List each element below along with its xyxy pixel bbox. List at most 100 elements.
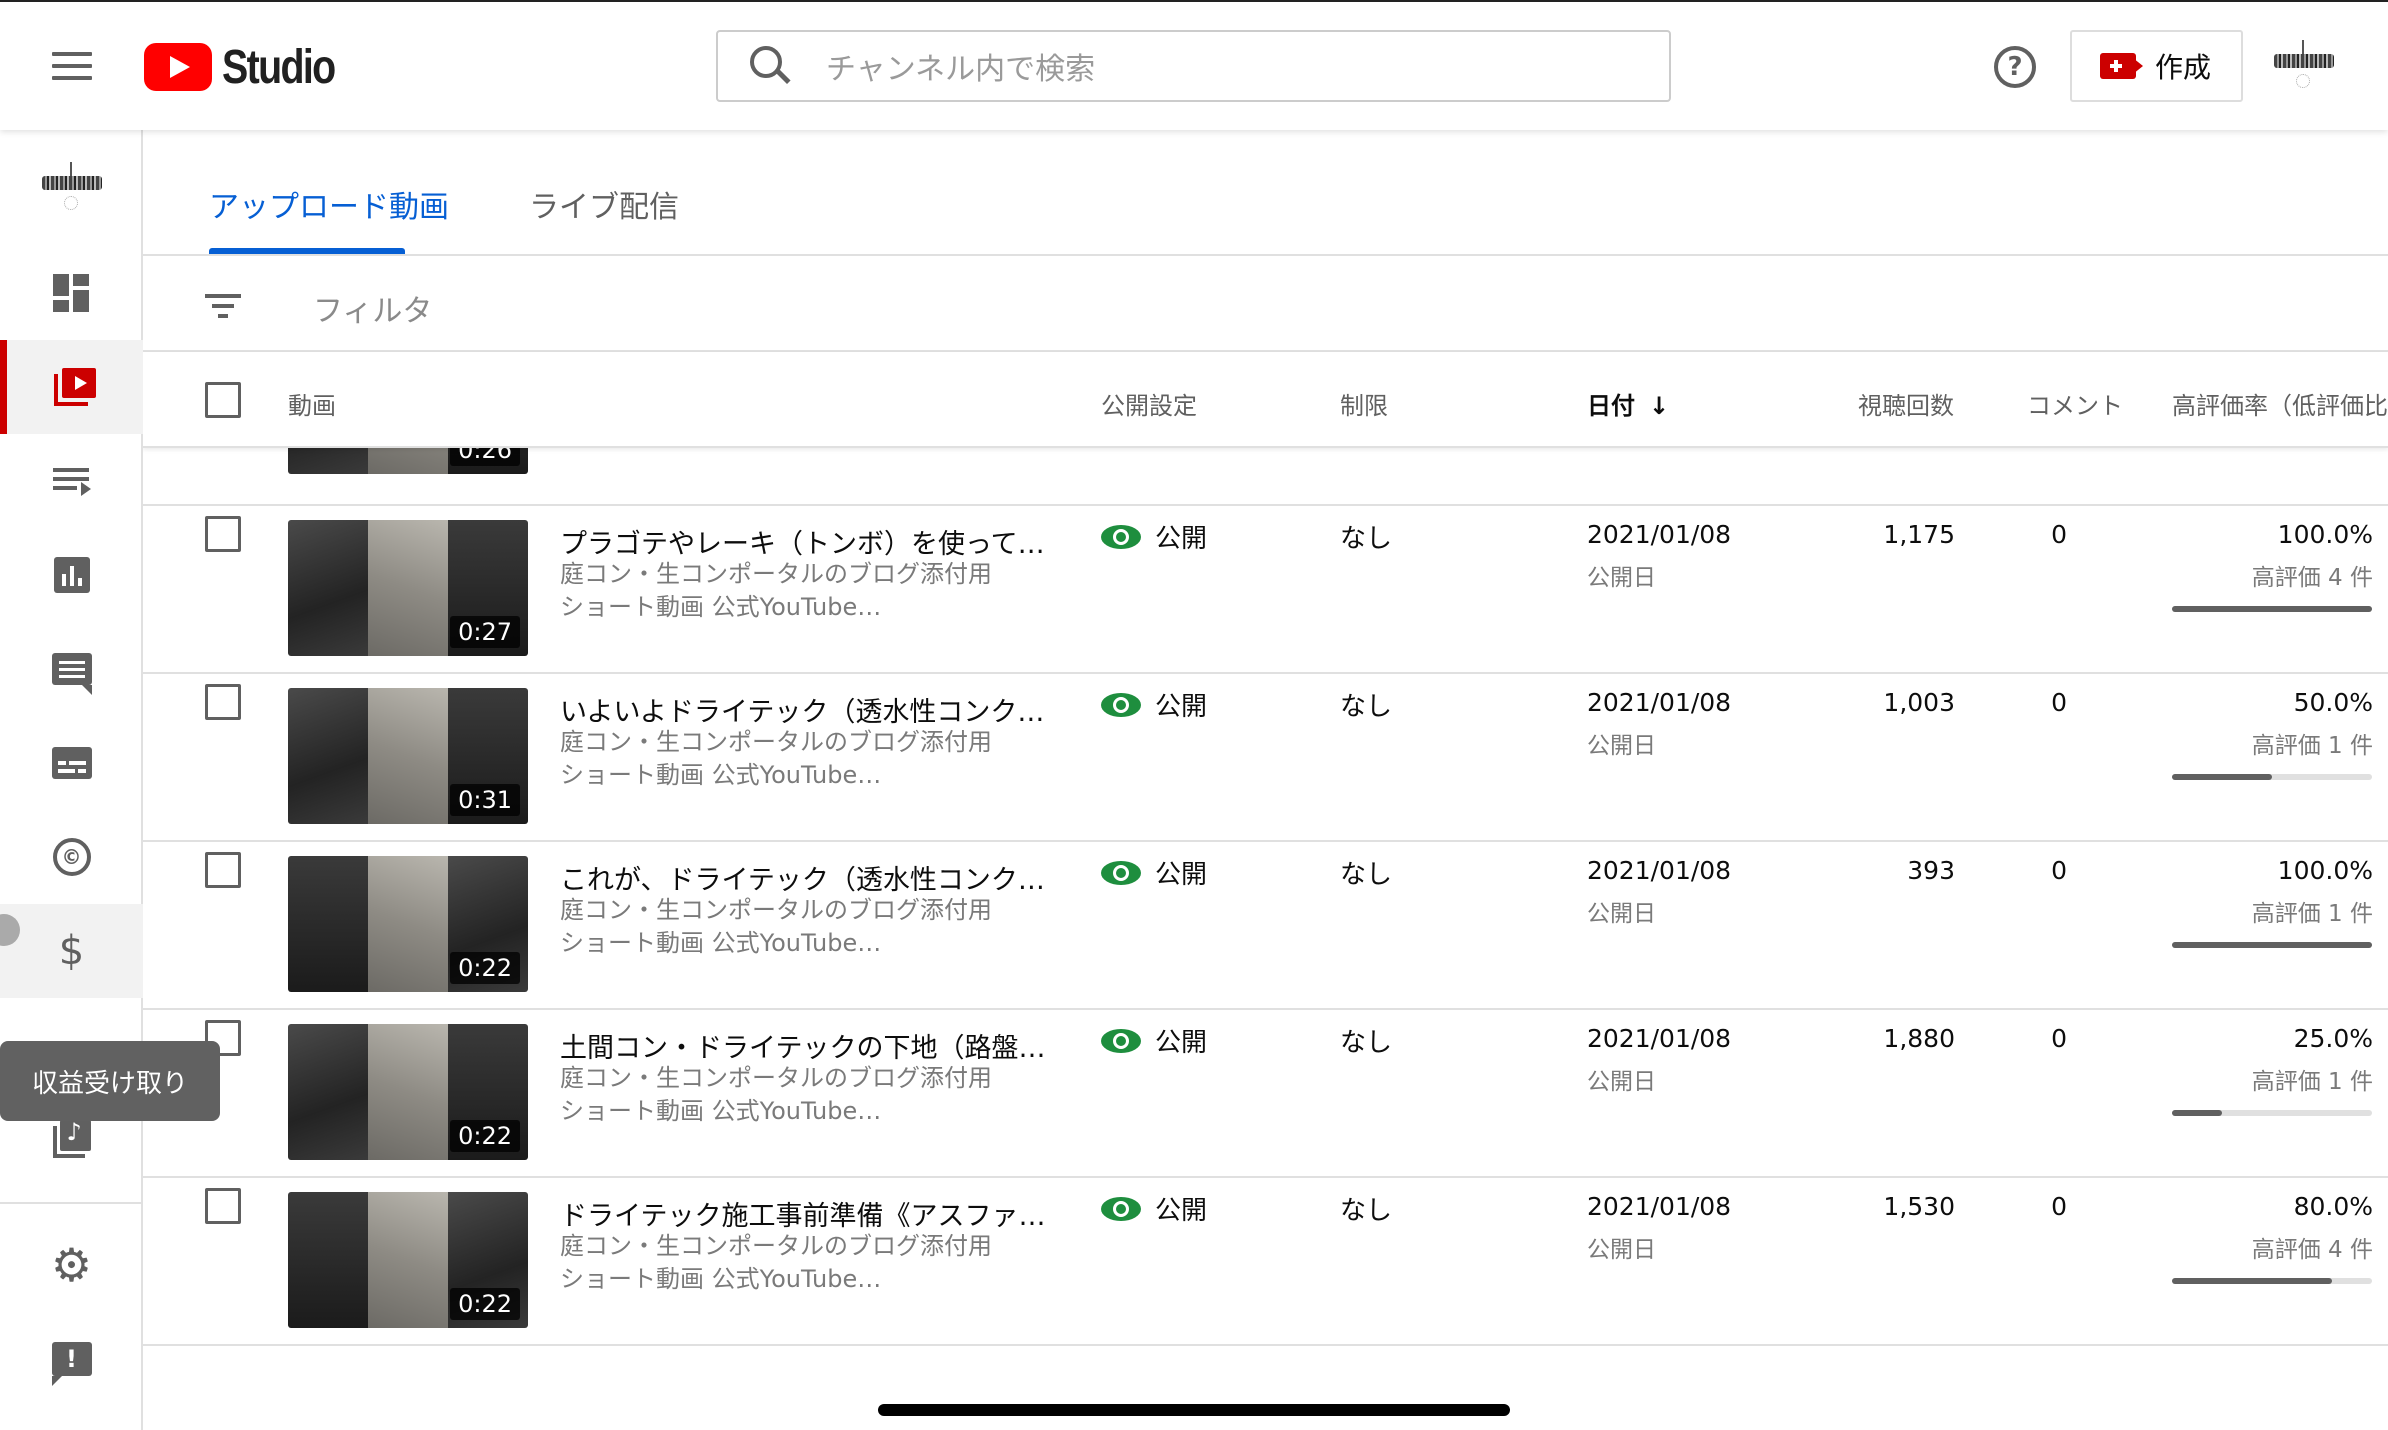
menu-icon[interactable] [52,52,92,80]
home-indicator [878,1404,1510,1416]
video-duration: 0:22 [450,1288,520,1320]
video-duration: 0:26 [450,448,520,466]
tab-live[interactable]: ライブ配信 [529,182,679,226]
sidebar-item-analytics[interactable] [0,528,143,622]
visibility-dropdown[interactable]: 公開 [1101,854,1207,891]
restriction-value: なし [1340,524,1393,554]
restriction-value: なし [1340,692,1393,722]
visibility-label: 公開 [1155,524,1208,554]
search-icon[interactable] [738,36,798,96]
views-count: 1,003 [1883,688,1955,717]
video-thumbnail[interactable]: 0:22 [288,1192,528,1328]
like-rate: 50.0% [2293,688,2373,717]
video-duration: 0:31 [450,784,520,816]
column-header-date[interactable]: 日付 ↓ [1587,386,1669,421]
publish-date: 2021/01/08 [1587,520,1732,549]
views-count: 393 [1907,856,1955,885]
sidebar: © $ ⚙ ! [0,130,143,1430]
column-header-likes[interactable]: 高評価率（低評価比 [2172,386,2388,421]
playlist-icon [51,460,93,502]
video-list: 0:26 プレートコンパクタ（30kg・幅広タ… 庭コン・生コンポータルのブログ… [143,448,2388,1430]
restriction-value: なし [1340,1196,1393,1226]
visibility-dropdown[interactable]: 公開 [1101,1022,1207,1059]
publish-date-label: 公開日 [1587,1069,1656,1095]
select-all-checkbox[interactable] [205,382,241,418]
like-rate: 80.0% [2293,1192,2373,1221]
like-ratio-bar [2172,606,2372,612]
sidebar-item-playlists[interactable] [0,434,143,528]
copyright-icon: © [52,838,91,876]
video-thumbnail[interactable]: 0:26 [288,448,528,474]
table-row[interactable]: 0:27 プラゴテやレーキ（トンボ）を使って… 庭コン・生コンポータルのブログ添… [143,506,2388,674]
feedback-icon: ! [51,1342,92,1386]
like-rate: 100.0% [2277,856,2373,885]
publish-date-label: 公開日 [1587,565,1656,591]
create-button[interactable]: 作成 [2070,30,2243,102]
filter-icon[interactable] [205,294,241,318]
sidebar-item-settings[interactable]: ⚙ [0,1218,143,1312]
table-header: 動画 公開設定 制限 日付 ↓ 視聴回数 コメント 高評価率（低評価比 [143,352,2388,448]
video-title[interactable]: ドライテック施工事前準備《アスファ… [560,1194,1045,1233]
comments-count: 0 [2051,856,2067,885]
row-checkbox[interactable] [205,684,241,720]
row-checkbox[interactable] [205,1188,241,1224]
publish-date: 2021/01/08 [1587,1192,1732,1221]
publish-date: 2021/01/08 [1587,1024,1732,1053]
table-row[interactable]: 0:22 土間コン・ドライテックの下地（路盤… 庭コン・生コンポータルのブログ添… [143,1010,2388,1178]
column-header-comments[interactable]: コメント [2027,386,2123,421]
video-title[interactable]: プラゴテやレーキ（トンボ）を使って… [560,522,1045,561]
table-row[interactable]: 0:31 いよいよドライテック（透水性コンク… 庭コン・生コンポータルのブログ添… [143,674,2388,842]
video-title[interactable]: いよいよドライテック（透水性コンク… [560,690,1044,729]
column-header-views[interactable]: 視聴回数 [1858,386,1954,421]
video-thumbnail[interactable]: 0:22 [288,1024,528,1160]
like-ratio-bar [2172,1278,2372,1284]
video-thumbnail[interactable]: 0:27 [288,520,528,656]
like-ratio-bar [2172,1110,2372,1116]
like-ratio-fill [2172,774,2272,780]
filter-input[interactable]: フィルタ [313,286,432,330]
like-count: 高評価 4 件 [2251,1237,2373,1263]
video-thumbnail[interactable]: 0:31 [288,688,528,824]
eye-icon [1101,524,1141,549]
video-duration: 0:22 [450,952,520,984]
sidebar-item-copyright[interactable]: © [0,810,143,904]
video-duration: 0:22 [450,1120,520,1152]
table-row[interactable]: 0:26 プレートコンパクタ（30kg・幅広タ… 庭コン・生コンポータルのブログ… [143,448,2388,506]
like-ratio-fill [2172,942,2372,948]
studio-logo[interactable]: Studio [144,41,359,94]
search-input[interactable]: チャンネル内で検索 [826,44,1095,88]
video-thumbnail[interactable]: 0:22 [288,856,528,992]
sidebar-item-dashboard[interactable] [0,246,143,340]
sidebar-item-monetization[interactable]: $ [0,904,143,998]
tooltip: 収益受け取り [0,1041,220,1121]
visibility-dropdown[interactable]: 公開 [1101,1190,1207,1227]
table-row[interactable]: 0:22 これが、ドライテック（透水性コンク… 庭コン・生コンポータルのブログ添… [143,842,2388,1010]
views-count: 1,530 [1883,1192,1955,1221]
eye-icon [1101,860,1141,885]
search-box[interactable]: チャンネル内で検索 [716,30,1671,102]
video-title[interactable]: これが、ドライテック（透水性コンク… [560,858,1045,897]
video-description-line-1: 庭コン・生コンポータルのブログ添付用 [560,896,992,924]
restriction-value: なし [1340,1028,1393,1058]
visibility-dropdown[interactable]: 公開 [1101,518,1207,555]
channel-avatar[interactable] [38,156,106,220]
sidebar-item-videos[interactable] [0,340,143,434]
sidebar-item-comments[interactable] [0,622,143,716]
sidebar-item-subtitles[interactable] [0,716,143,810]
like-rate: 25.0% [2293,1024,2373,1053]
row-checkbox[interactable] [205,852,241,888]
sidebar-divider [0,1202,143,1204]
column-header-visibility[interactable]: 公開設定 [1101,386,1197,421]
video-title[interactable]: 土間コン・ドライテックの下地（路盤… [560,1026,1045,1065]
sidebar-item-feedback[interactable]: ! [0,1312,143,1406]
table-row[interactable]: 0:22 ドライテック施工事前準備《アスファ… 庭コン・生コンポータルのブログ添… [143,1178,2388,1346]
column-header-restrictions: 制限 [1340,392,1388,420]
help-icon[interactable]: ? [1994,46,2036,88]
visibility-dropdown[interactable]: 公開 [1101,686,1207,723]
filter-bar: フィルタ [143,256,2388,352]
video-description-line-1: 庭コン・生コンポータルのブログ添付用 [560,560,992,588]
tab-uploads[interactable]: アップロード動画 [209,182,449,226]
video-description-line-1: 庭コン・生コンポータルのブログ添付用 [560,728,992,756]
account-avatar[interactable] [2270,34,2338,98]
row-checkbox[interactable] [205,516,241,552]
